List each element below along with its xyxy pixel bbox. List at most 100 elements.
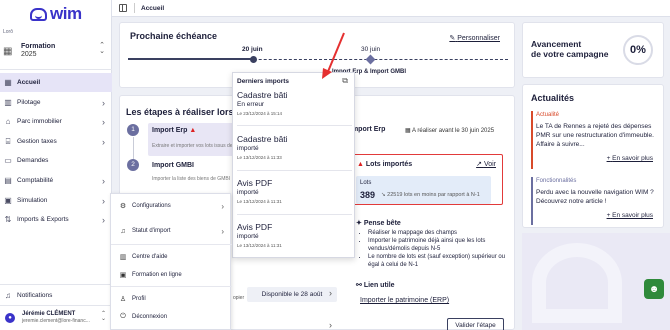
pencil-icon: ✎ xyxy=(449,35,456,42)
step-number: 1 xyxy=(127,124,139,136)
menu-item-label: Formation en ligne xyxy=(132,272,182,278)
chevron-updown-icon: ⌃ ⌄ xyxy=(100,311,106,322)
sidebar-item-accueil[interactable]: ▦ Accueil xyxy=(0,73,112,92)
warning-icon: ▲ xyxy=(357,161,364,168)
chatbot-robot-icon[interactable]: ☻ xyxy=(644,279,664,299)
plus-icon: + xyxy=(606,212,611,219)
importer-patrimoine-link[interactable]: Importer le patrimoine (ERP) xyxy=(360,297,449,304)
sidebar-item-demandes[interactable]: ▭ Demandes xyxy=(0,151,112,170)
sidebar-item-imports-exports[interactable]: ⇅ Imports & Exports › xyxy=(0,210,112,229)
menu-item-profil[interactable]: ♙ Profil xyxy=(111,292,232,306)
import-item[interactable]: Cadastre bâti En erreur Le 23/12/2024 à … xyxy=(237,90,352,116)
decor-shape xyxy=(532,243,622,323)
user-avatar-icon: ● xyxy=(5,313,15,323)
progress-percent: 0% xyxy=(630,44,646,56)
divider xyxy=(237,170,352,171)
en-savoir-plus-label: En savoir plus xyxy=(612,212,653,219)
sidebar-toggle-icon[interactable] xyxy=(119,4,127,12)
menu-item-formation-en-ligne[interactable]: ▣ Formation en ligne xyxy=(111,268,232,282)
avancement-title: Avancement xyxy=(531,39,582,49)
timeline-date: 20 juin xyxy=(242,46,263,53)
sidebar-item-parc-immobilier[interactable]: ⌂ Parc immobilier › xyxy=(0,112,112,131)
chart-icon: ▥ xyxy=(4,98,12,107)
valider-etape-button[interactable]: Valider l'étape xyxy=(447,318,504,330)
sidebar-item-label: Accueil xyxy=(17,79,41,86)
wim-logo-icon xyxy=(30,7,47,21)
popup-title: Derniers imports xyxy=(237,78,290,85)
chevron-right-icon: › xyxy=(102,214,105,225)
pense-bete-title: Pense bête xyxy=(363,220,401,227)
building-icon: ▦ xyxy=(3,45,13,57)
org-label: Lorô xyxy=(3,29,14,35)
sidebar: wim Lorô ▦ Formation 2025 ⌃ ⌄ ▦ Accueil ▥… xyxy=(0,0,112,330)
deadline-label: A réaliser avant le 30 juin 2025 xyxy=(412,128,495,134)
echeance-title: Prochaine échéance xyxy=(130,31,218,41)
en-savoir-plus-link[interactable]: + En savoir plus xyxy=(607,212,653,219)
import-status: importé xyxy=(237,145,259,152)
detail-title: Import Erp xyxy=(350,126,386,133)
menu-item-label: Statut d'import xyxy=(132,228,171,234)
lien-utile-title: Lien utile xyxy=(363,282,395,289)
divider xyxy=(0,69,112,70)
sidebar-item-comptabilite[interactable]: ▤ Comptabilité › xyxy=(0,171,112,190)
step-name: Import Erp xyxy=(152,127,188,134)
sidebar-item-label: Pilotage xyxy=(17,99,41,106)
import-status: importé xyxy=(237,233,259,240)
import-date: Le 13/12/2024 à 11:33 xyxy=(237,155,282,160)
sidebar-item-label: Comptabilité xyxy=(17,177,54,184)
import-status: En erreur xyxy=(237,101,265,108)
import-item[interactable]: Cadastre bâti importé Le 13/12/2024 à 11… xyxy=(237,134,352,160)
en-savoir-plus-link[interactable]: + En savoir plus xyxy=(607,155,653,162)
news-accent-bar xyxy=(531,111,533,169)
user-icon: ♙ xyxy=(119,296,127,303)
step-name: Import GMBI xyxy=(152,162,194,169)
bank-icon: ⌸ xyxy=(5,136,11,146)
menu-item-configurations[interactable]: ⚙ Configurations › xyxy=(111,199,232,213)
bell-icon: ♫ xyxy=(120,227,126,235)
swap-icon: ⇅ xyxy=(4,215,12,224)
chevron-right-icon: › xyxy=(221,201,224,211)
timeline-dot[interactable] xyxy=(250,56,257,63)
deadline: ▦ A réaliser avant le 30 juin 2025 xyxy=(405,127,494,134)
user-email: jeremie.clement@lore-financ... xyxy=(22,318,90,324)
voir-link[interactable]: ↗ Voir xyxy=(476,160,496,168)
sidebar-item-label: Simulation xyxy=(17,197,48,204)
external-link-icon: ↗ xyxy=(476,161,482,168)
import-item[interactable]: Avis PDF importé Le 13/12/2024 à 11:31 xyxy=(237,178,352,204)
import-item[interactable]: Avis PDF importé Le 13/12/2024 à 11:31 xyxy=(237,222,352,248)
personnaliser-link[interactable]: ✎ Personnaliser xyxy=(449,34,500,42)
timeline-milestone[interactable] xyxy=(365,54,376,65)
calculator-icon: ▣ xyxy=(4,196,12,205)
import-name: Cadastre bâti xyxy=(237,134,288,144)
chevron-right-icon: › xyxy=(102,136,105,147)
divider xyxy=(134,3,135,13)
chevron-right-icon[interactable]: › xyxy=(329,288,332,298)
import-date: Le 13/12/2024 à 11:31 xyxy=(237,243,282,248)
menu-item-deconnexion[interactable]: ⏻ Déconnexion xyxy=(111,310,232,324)
import-name: Avis PDF xyxy=(237,222,273,232)
tips-list: Réaliser le mappage des champs Importer … xyxy=(362,229,512,269)
chevron-updown-icon: ⌃ ⌄ xyxy=(99,42,105,55)
sidebar-item-label: Imports & Exports xyxy=(17,216,69,223)
import-date: Le 23/12/2024 à 15:14 xyxy=(237,111,283,116)
voir-label: Voir xyxy=(483,161,496,168)
sidebar-item-pilotage[interactable]: ▥ Pilotage › xyxy=(0,93,112,112)
avancement-card: Avancement de votre campagne 0% xyxy=(522,22,664,78)
wim-logo[interactable]: wim xyxy=(30,4,82,24)
house-icon: ⌂ xyxy=(5,117,11,126)
sidebar-item-gestion-taxes[interactable]: ⌸ Gestion taxes › xyxy=(0,132,112,151)
chevron-right-icon[interactable]: › xyxy=(329,320,332,330)
user-account[interactable]: ● Jérémie CLÉMENT jeremie.clement@lore-f… xyxy=(0,306,112,330)
sidebar-item-simulation[interactable]: ▣ Simulation › xyxy=(0,191,112,210)
lightbulb-icon: ✦ xyxy=(356,220,362,227)
menu-item-centre-aide[interactable]: ▥ Centre d'aide xyxy=(111,250,232,264)
org-selector[interactable]: ▦ Formation 2025 ⌃ ⌄ xyxy=(3,40,107,62)
arrow-shaft xyxy=(326,32,345,75)
chevron-right-icon: › xyxy=(221,226,224,236)
step-desc: Importer la liste des biens de GMBI xyxy=(152,176,231,182)
divider xyxy=(0,284,112,285)
link-icon: ⚯ xyxy=(356,282,362,289)
menu-item-statut-import[interactable]: ♫ Statut d'import › xyxy=(111,224,232,238)
sidebar-item-label: Demandes xyxy=(17,157,49,164)
sidebar-item-notifications[interactable]: ♫ Notifications xyxy=(0,286,112,305)
